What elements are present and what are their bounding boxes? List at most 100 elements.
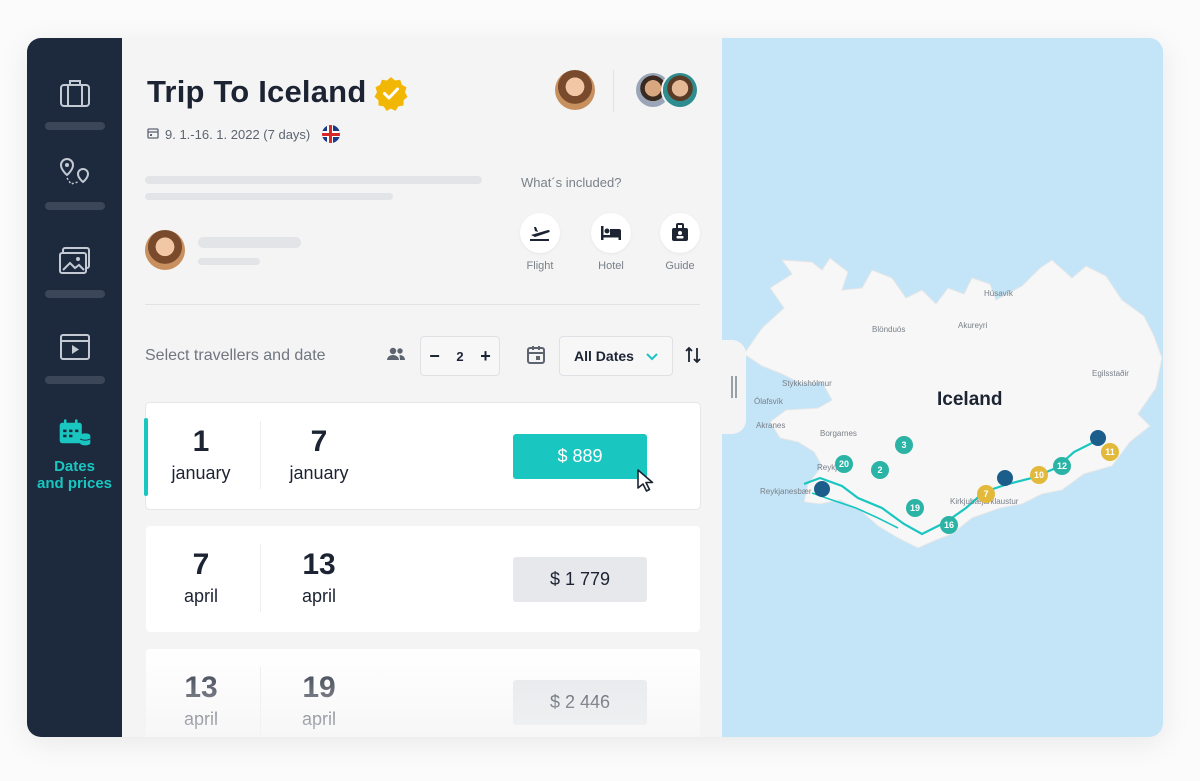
guide-subtitle-placeholder	[198, 258, 260, 265]
svg-text:10: 10	[1034, 470, 1044, 480]
date-option-card[interactable]: 13 april 19 april $ 2 446	[146, 649, 700, 737]
map-town-label: Borgarnes	[820, 429, 857, 438]
sidebar-item-dates-and-prices[interactable]: Dates and prices	[27, 416, 122, 492]
bed-icon	[591, 213, 631, 253]
whats-included-label: What´s included?	[521, 175, 622, 190]
iceland-flag-icon	[322, 125, 341, 143]
svg-text:19: 19	[910, 503, 920, 513]
sidebar-item-gallery[interactable]	[27, 244, 122, 298]
start-month: april	[183, 709, 218, 729]
chevron-down-icon	[646, 348, 658, 364]
end-month: january	[289, 463, 349, 483]
map-town-label: Stykkishólmur	[782, 379, 832, 388]
svg-text:12: 12	[1057, 461, 1067, 471]
traveller-avatar-2[interactable]	[661, 71, 699, 109]
date-option-card[interactable]: 7 april 13 april $ 1 779	[146, 526, 700, 632]
end-date: 13 april	[274, 548, 364, 607]
sidebar-active-label-line1: Dates	[54, 458, 95, 475]
sidebar-placeholder-bar	[44, 122, 105, 130]
date-separator	[260, 421, 261, 489]
decrement-button[interactable]: −	[429, 346, 440, 367]
travellers-stepper: − 2 +	[420, 336, 500, 376]
app-window: Dates and prices Trip To Iceland 9. 1.-1…	[27, 38, 1163, 737]
map-town-label: Húsavík	[984, 289, 1014, 298]
map-town-label: Akureyri	[958, 321, 988, 330]
included-flight: Flight	[510, 213, 570, 272]
dates-filter-select[interactable]: All Dates	[559, 336, 673, 376]
end-month: april	[301, 586, 336, 606]
guide-badge-icon	[660, 213, 700, 253]
end-day: 13	[302, 548, 336, 581]
select-travellers-label: Select travellers and date	[145, 347, 326, 364]
map-marker[interactable]: 12	[1053, 457, 1071, 475]
end-month: april	[301, 709, 336, 729]
map-marker[interactable]: 7	[977, 485, 995, 503]
section-divider	[145, 304, 700, 305]
description-placeholder-line	[145, 176, 482, 184]
end-date: 7 january	[274, 425, 364, 484]
trip-dates-text: 9. 1.-16. 1. 2022 (7 days)	[165, 126, 311, 142]
map-marker[interactable]: 2	[871, 461, 889, 479]
map-town-label: Ólafsvík	[754, 397, 784, 406]
sidebar-placeholder-bar	[44, 202, 105, 210]
guide-avatar[interactable]	[145, 230, 185, 270]
sort-icon[interactable]	[685, 345, 701, 370]
map-country-label: Iceland	[937, 389, 1002, 410]
trip-dates: 9. 1.-16. 1. 2022 (7 days)	[147, 125, 341, 143]
included-flight-label: Flight	[526, 260, 554, 272]
map-marker[interactable]: 10	[1030, 466, 1048, 484]
calendar-icon	[526, 345, 546, 370]
gallery-icon	[58, 244, 92, 278]
map-marker[interactable]: 3	[895, 436, 913, 454]
svg-text:3: 3	[901, 440, 906, 450]
included-guide: Guide	[650, 213, 710, 272]
page-title: Trip To Iceland	[147, 74, 367, 109]
calendar-coins-icon	[58, 416, 92, 450]
start-day: 1	[192, 425, 210, 458]
trip-map[interactable]: Iceland Reykjavik Reykjanesbær Borgarnes…	[722, 38, 1163, 737]
sidebar-active-label: Dates and prices	[37, 458, 112, 492]
date-option-card[interactable]: 1 january 7 january $ 889	[144, 403, 700, 509]
selected-indicator	[144, 418, 148, 496]
map-marker[interactable]: 20	[835, 455, 853, 473]
map-marker[interactable]: 19	[906, 499, 924, 517]
organizer-avatar[interactable]	[555, 70, 595, 110]
avatar-divider	[613, 70, 614, 112]
travellers-count[interactable]: 2	[456, 349, 463, 364]
iceland-map-graphic: Iceland Reykjavik Reykjanesbær Borgarnes…	[743, 257, 1163, 549]
suitcase-icon	[58, 76, 92, 110]
sidebar-item-route[interactable]	[27, 156, 122, 210]
map-resize-handle[interactable]	[722, 340, 746, 434]
sidebar-active-label-line2: and prices	[36, 475, 113, 492]
date-separator	[260, 544, 261, 612]
map-town-label: Egilsstaðir	[1092, 369, 1129, 378]
video-icon	[58, 330, 92, 364]
map-marker[interactable]: 11	[1101, 443, 1119, 461]
svg-text:2: 2	[877, 465, 882, 475]
mouse-cursor-icon	[637, 469, 655, 498]
svg-text:16: 16	[944, 520, 954, 530]
price-button[interactable]: $ 889	[513, 434, 647, 479]
start-date: 7 april	[156, 548, 246, 607]
included-guide-label: Guide	[665, 260, 695, 272]
end-day: 19	[302, 671, 336, 704]
route-pins-icon	[58, 156, 92, 190]
increment-button[interactable]: +	[480, 346, 491, 367]
end-date: 19 april	[274, 671, 364, 730]
sidebar-item-trip[interactable]	[27, 76, 122, 130]
price-button[interactable]: $ 1 779	[513, 557, 647, 602]
sidebar-item-video[interactable]	[27, 330, 122, 384]
svg-text:11: 11	[1105, 447, 1115, 457]
map-town-label: Akranes	[756, 421, 785, 430]
start-day: 13	[184, 671, 218, 704]
map-town-label: Reykjanesbær	[760, 487, 812, 496]
price-button[interactable]: $ 2 446	[513, 680, 647, 725]
plane-icon	[520, 213, 560, 253]
svg-text:20: 20	[839, 459, 849, 469]
sidebar-placeholder-bar	[44, 290, 105, 298]
sidebar-placeholder-bar	[44, 376, 105, 384]
map-marker[interactable]: 16	[940, 516, 958, 534]
trip-panel: Trip To Iceland 9. 1.-16. 1. 2022 (7 day…	[122, 38, 722, 737]
start-date: 13 april	[156, 671, 246, 730]
guide-name-placeholder	[198, 237, 301, 248]
